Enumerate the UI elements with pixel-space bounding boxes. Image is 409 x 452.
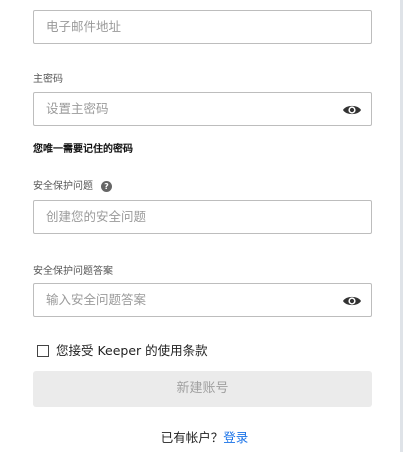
- security-answer-label: 安全保护问题答案: [33, 266, 113, 277]
- email-placeholder: 电子邮件地址: [46, 19, 122, 34]
- login-row: 已有帐户？登录: [0, 427, 409, 446]
- security-answer-field[interactable]: 输入安全问题答案: [33, 283, 372, 317]
- login-link[interactable]: 登录: [223, 430, 248, 445]
- security-question-label: 安全保护问题?: [33, 177, 112, 192]
- eye-icon[interactable]: [342, 102, 362, 116]
- email-field[interactable]: 电子邮件地址: [33, 10, 372, 44]
- panel-edge: [400, 0, 403, 452]
- login-prompt: 已有帐户？: [160, 430, 224, 445]
- security-question-field[interactable]: 创建您的安全问题: [33, 200, 372, 234]
- create-account-button[interactable]: 新建账号: [33, 371, 372, 407]
- eye-icon[interactable]: [342, 293, 362, 307]
- master-password-hint: 您唯一需要记住的密码: [33, 144, 133, 155]
- security-answer-placeholder: 输入安全问题答案: [46, 292, 147, 307]
- master-password-placeholder: 设置主密码: [46, 101, 109, 116]
- master-password-label: 主密码: [33, 74, 63, 85]
- terms-row[interactable]: 您接受 Keeper 的使用条款: [37, 340, 208, 358]
- security-question-placeholder: 创建您的安全问题: [46, 209, 147, 224]
- terms-label: 您接受 Keeper 的使用条款: [56, 343, 208, 358]
- terms-checkbox[interactable]: [37, 344, 49, 357]
- security-question-label-text: 安全保护问题: [33, 181, 93, 192]
- help-icon[interactable]: ?: [101, 180, 112, 192]
- master-password-field[interactable]: 设置主密码: [33, 92, 372, 126]
